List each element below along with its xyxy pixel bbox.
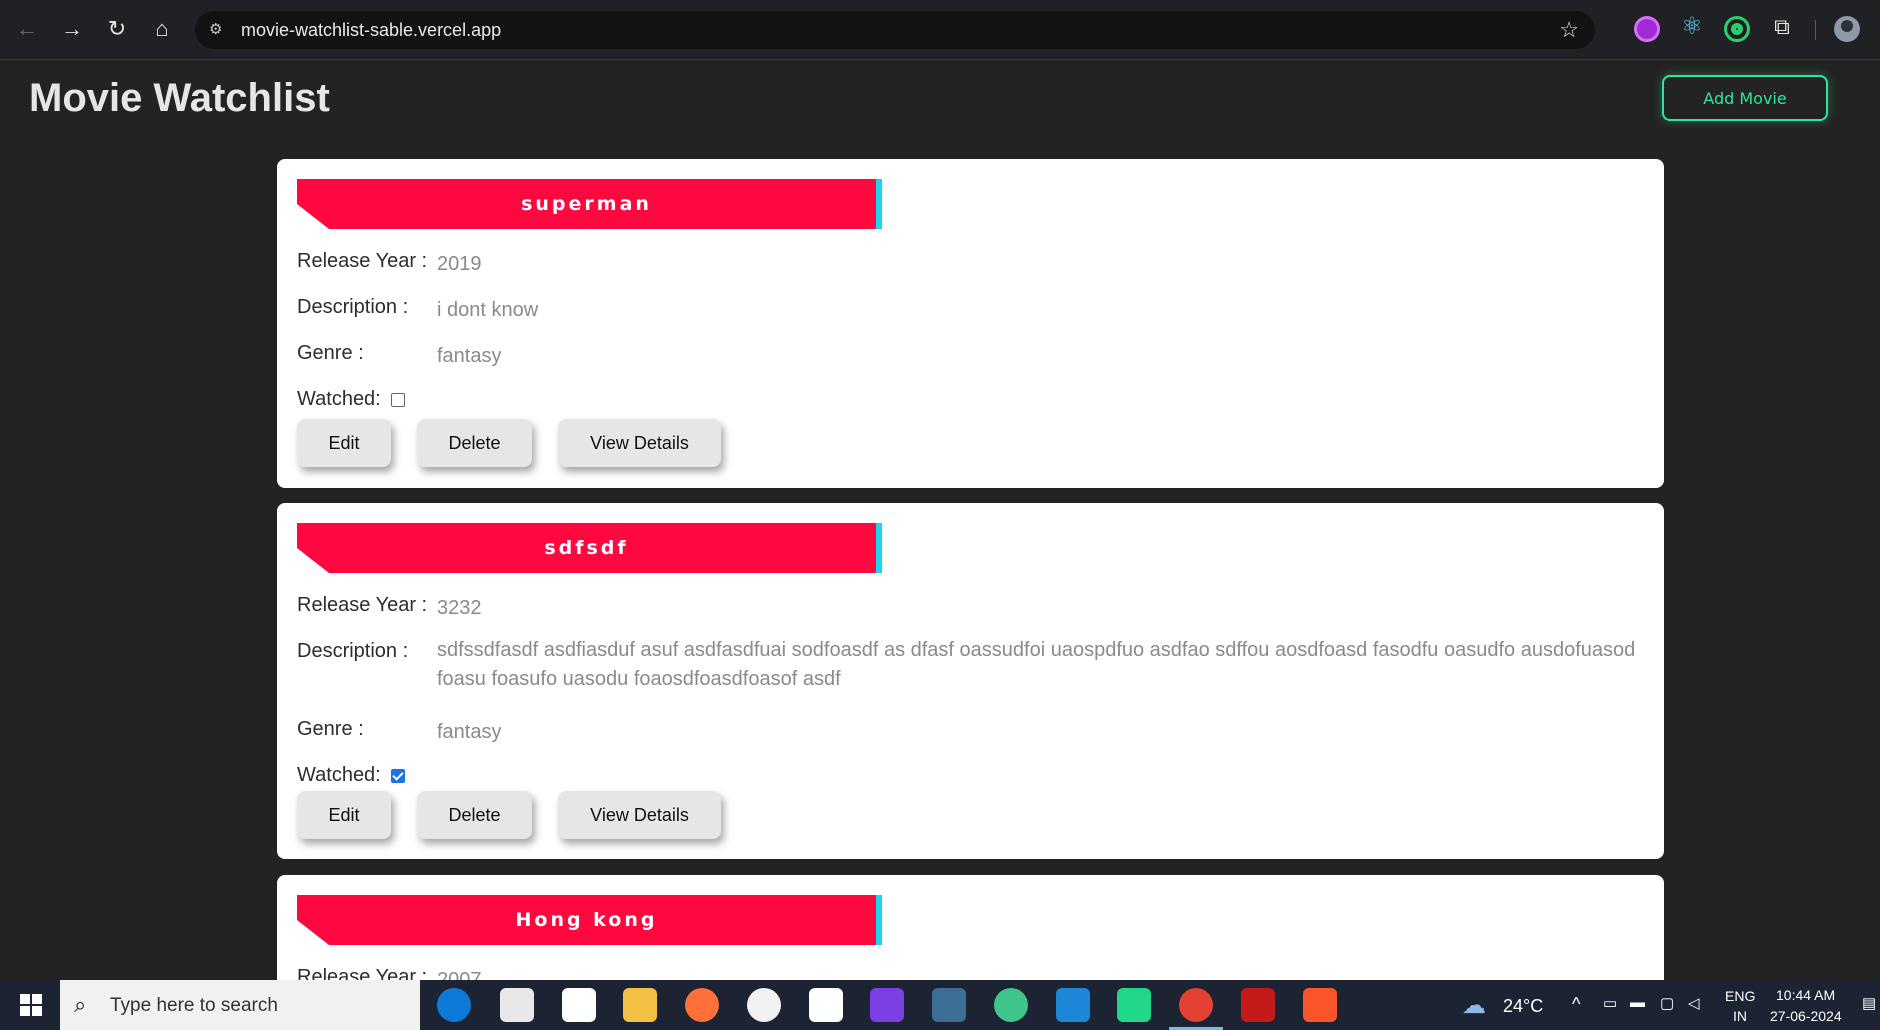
movie-card: superman Release Year : 2019 Description…	[277, 159, 1664, 488]
genre-value: fantasy	[437, 345, 502, 367]
react-devtools-icon[interactable]: ⚛	[1679, 14, 1705, 40]
extension-green-ring-icon[interactable]	[1724, 16, 1750, 42]
weather-cloud-icon[interactable]: ☁	[1462, 991, 1486, 1020]
description-value: sdfssdfasdf asdfiasduf asuf asdfasdfuai …	[437, 639, 1636, 690]
release-year-value: 2019	[437, 253, 482, 275]
release-year-label: Release Year :	[297, 250, 428, 272]
watched-checkbox[interactable]	[390, 392, 405, 407]
movie-card: sdfsdf Release Year : 3232 Description :…	[277, 503, 1664, 859]
toolbar-divider	[1815, 20, 1816, 40]
address-bar[interactable]: ⚙ movie-watchlist-sable.vercel.app ☆	[195, 11, 1595, 49]
movie-title: Hong kong	[515, 909, 658, 931]
description-value: i dont know	[437, 299, 539, 321]
view-details-button[interactable]: View Details	[558, 419, 721, 467]
description-row: Description : sdfssdfasdf asdfiasduf asu…	[297, 636, 1637, 694]
home-icon[interactable]: ⌂	[145, 12, 179, 46]
genre-label: Genre :	[297, 718, 364, 740]
add-movie-button[interactable]: Add Movie	[1662, 75, 1828, 121]
release-year-row: Release Year : 2019	[297, 250, 1637, 279]
file-explorer-icon[interactable]	[623, 988, 657, 1022]
language-code[interactable]: ENG	[1725, 988, 1755, 1004]
watched-checkbox[interactable]	[390, 768, 405, 783]
genre-label: Genre :	[297, 342, 364, 364]
mail-icon[interactable]	[562, 988, 596, 1022]
genre-row: Genre : fantasy	[297, 718, 1637, 747]
browser-toolbar: ← → ↻ ⌂ ⚙ movie-watchlist-sable.vercel.a…	[0, 0, 1880, 60]
extensions-puzzle-icon[interactable]: ⧉	[1769, 14, 1795, 40]
view-details-button[interactable]: View Details	[558, 791, 721, 839]
taskbar-search-box[interactable]: ⌕ Type here to search	[60, 980, 420, 1030]
site-settings-icon[interactable]: ⚙	[209, 20, 229, 40]
release-year-label: Release Year :	[297, 594, 428, 616]
windows-taskbar: ⌕ Type here to search ☁ 24°C ^ ▭ ▬ ▢ ◁ E…	[0, 980, 1880, 1030]
url-text[interactable]: movie-watchlist-sable.vercel.app	[241, 20, 501, 41]
show-hidden-icons-icon[interactable]: ^	[1572, 994, 1580, 1015]
language-region[interactable]: IN	[1733, 1008, 1747, 1024]
movie-title-banner: superman	[297, 179, 882, 229]
mongodb-compass-icon[interactable]	[747, 988, 781, 1022]
profile-avatar[interactable]	[1834, 16, 1860, 42]
mysql-workbench-icon[interactable]	[932, 988, 966, 1022]
watched-label: Watched:	[297, 764, 381, 786]
release-year-label: Release Year :	[297, 966, 428, 980]
watched-label: Watched:	[297, 388, 381, 410]
movie-title: superman	[521, 193, 652, 215]
description-label: Description :	[297, 296, 409, 318]
bookmark-star-icon[interactable]: ☆	[1559, 17, 1579, 43]
delete-button[interactable]: Delete	[417, 791, 532, 839]
genre-value: fantasy	[437, 721, 502, 743]
watched-row: Watched:	[297, 388, 405, 411]
movie-title-banner: sdfsdf	[297, 523, 882, 573]
page-title: Movie Watchlist	[29, 76, 330, 120]
extension-purple-icon[interactable]	[1634, 16, 1660, 42]
mongodb-icon[interactable]	[809, 988, 843, 1022]
network-icon[interactable]: ▢	[1660, 994, 1674, 1012]
brave-icon[interactable]	[1303, 988, 1337, 1022]
meet-now-icon[interactable]: ▭	[1603, 994, 1617, 1012]
search-icon: ⌕	[74, 992, 87, 1017]
reload-icon[interactable]: ↻	[100, 12, 134, 46]
edit-button[interactable]: Edit	[297, 791, 391, 839]
volume-icon[interactable]: ◁	[1688, 994, 1700, 1012]
edit-button[interactable]: Edit	[297, 419, 391, 467]
delete-button[interactable]: Delete	[417, 419, 532, 467]
clock-time[interactable]: 10:44 AM	[1776, 987, 1835, 1003]
forward-arrow-icon[interactable]: →	[55, 12, 89, 46]
search-placeholder: Type here to search	[110, 995, 278, 1016]
edge-icon[interactable]	[437, 988, 471, 1022]
pycharm-icon[interactable]	[1117, 988, 1151, 1022]
windows-start-icon[interactable]	[20, 994, 42, 1016]
notifications-icon[interactable]: ▤	[1862, 994, 1876, 1012]
movie-title: sdfsdf	[544, 537, 629, 559]
release-year-value: 3232	[437, 597, 482, 619]
filezilla-icon[interactable]	[1241, 988, 1275, 1022]
intellij-icon[interactable]	[870, 988, 904, 1022]
movie-card: Hong kong Release Year : 2007	[277, 875, 1664, 980]
movie-title-banner: Hong kong	[297, 895, 882, 945]
back-arrow-icon[interactable]: ←	[10, 12, 44, 46]
genre-row: Genre : fantasy	[297, 342, 1637, 371]
release-year-row: Release Year : 2007	[297, 966, 1637, 980]
clock-date[interactable]: 27-06-2024	[1770, 1008, 1842, 1024]
vscode-icon[interactable]	[1056, 988, 1090, 1022]
weather-temp[interactable]: 24°C	[1503, 996, 1543, 1017]
store-icon[interactable]	[500, 988, 534, 1022]
release-year-value: 2007	[437, 969, 482, 980]
page-content: Movie Watchlist Add Movie superman Relea…	[0, 60, 1880, 980]
watched-row: Watched:	[297, 764, 405, 787]
atom-icon[interactable]	[994, 988, 1028, 1022]
chrome-icon[interactable]	[1179, 988, 1213, 1022]
firefox-icon[interactable]	[685, 988, 719, 1022]
description-label: Description :	[297, 640, 409, 662]
battery-icon[interactable]: ▬	[1630, 994, 1645, 1011]
release-year-row: Release Year : 3232	[297, 594, 1637, 623]
description-row: Description : i dont know	[297, 296, 1637, 325]
